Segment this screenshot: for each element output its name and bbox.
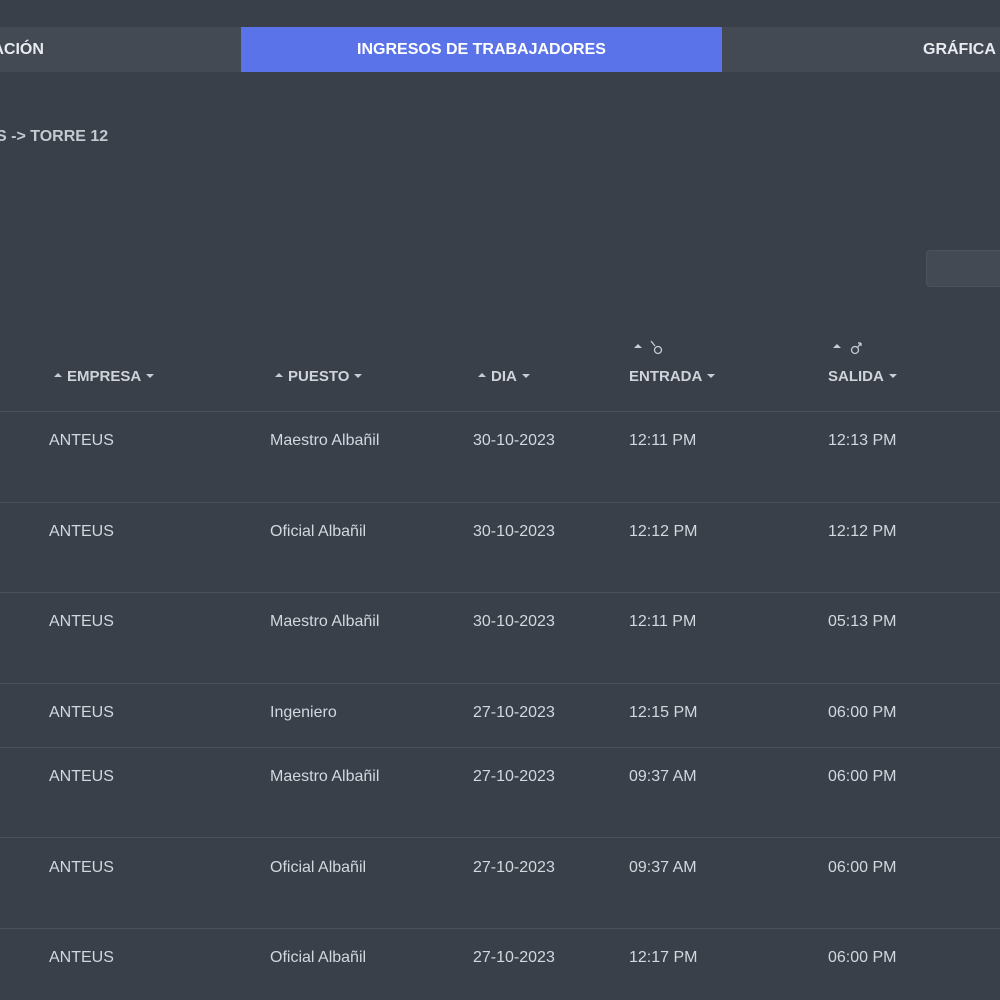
tab-ingresos-de-trabajadores[interactable]: INGRESOS DE TRABAJADORES	[241, 27, 722, 72]
column-header-puesto[interactable]: PUESTO	[275, 368, 363, 385]
search-input[interactable]	[926, 250, 1000, 287]
cell-puesto: Oficial Albañil	[270, 523, 367, 540]
cell-empresa: ANTEUS	[49, 613, 114, 630]
row-divider	[0, 747, 1000, 748]
cell-salida: 05:13 PM	[828, 613, 897, 630]
tab-informacion[interactable]: MACIÓN	[0, 27, 240, 72]
cell-entrada: 12:11 PM	[629, 432, 697, 449]
cell-puesto: Oficial Albañil	[270, 859, 367, 876]
sort-desc-icon[interactable]	[888, 374, 897, 379]
cell-empresa: ANTEUS	[49, 859, 114, 876]
column-header-dia[interactable]: DIA	[478, 368, 530, 385]
cell-puesto: Maestro Albañil	[270, 768, 380, 785]
cell-entrada: 12:11 PM	[629, 613, 697, 630]
cell-empresa: ANTEUS	[49, 949, 114, 966]
cell-dia: 27-10-2023	[473, 768, 555, 785]
cell-salida: 06:00 PM	[828, 949, 897, 966]
column-header-label: DIA	[491, 368, 517, 385]
cell-dia: 27-10-2023	[473, 704, 555, 721]
cell-dia: 30-10-2023	[473, 432, 555, 449]
cell-salida: 06:00 PM	[828, 704, 897, 721]
female-symbol-icon	[650, 340, 663, 354]
cell-empresa: ANTEUS	[49, 768, 114, 785]
row-divider	[0, 502, 1000, 503]
sort-asc-icon[interactable]	[54, 373, 62, 378]
cell-entrada: 09:37 AM	[629, 768, 697, 785]
cell-entrada: 12:17 PM	[629, 949, 698, 966]
column-header-label: EMPRESA	[67, 368, 142, 385]
column-header-label: ENTRADA	[629, 368, 703, 385]
sort-desc-icon[interactable]	[146, 374, 155, 379]
sort-asc-icon[interactable]	[478, 373, 486, 378]
sort-asc-icon[interactable]	[275, 373, 283, 378]
row-divider	[0, 411, 1000, 412]
column-header-label: PUESTO	[288, 368, 350, 385]
cell-dia: 27-10-2023	[473, 859, 555, 876]
cell-salida: 06:00 PM	[828, 859, 897, 876]
cell-empresa: ANTEUS	[49, 432, 114, 449]
cell-empresa: ANTEUS	[49, 523, 114, 540]
row-divider	[0, 592, 1000, 593]
tab-label: MACIÓN	[0, 41, 44, 58]
column-header-label: SALIDA	[828, 368, 884, 385]
cell-puesto: Oficial Albañil	[270, 949, 367, 966]
cell-entrada: 12:15 PM	[629, 704, 698, 721]
row-divider	[0, 683, 1000, 684]
cell-dia: 30-10-2023	[473, 523, 555, 540]
cell-entrada: 12:12 PM	[629, 523, 698, 540]
cell-dia: 30-10-2023	[473, 613, 555, 630]
male-symbol-icon	[851, 342, 863, 354]
column-header-salida[interactable]: SALIDA	[828, 368, 897, 385]
column-header-empresa[interactable]: EMPRESA	[54, 368, 155, 385]
sort-desc-icon[interactable]	[707, 374, 716, 379]
cell-puesto: Maestro Albañil	[270, 613, 380, 630]
salida-sort-icon-row[interactable]	[833, 339, 863, 357]
tab-bar: MACIÓN INGRESOS DE TRABAJADORES GRÁFICA	[0, 27, 1000, 72]
cell-entrada: 09:37 AM	[629, 859, 697, 876]
cell-puesto: Maestro Albañil	[270, 432, 380, 449]
sort-asc-icon[interactable]	[833, 343, 841, 348]
cell-salida: 06:00 PM	[828, 768, 897, 785]
cell-salida: 12:13 PM	[828, 432, 897, 449]
entrada-sort-icon-row[interactable]	[634, 339, 664, 357]
column-header-entrada[interactable]: ENTRADA	[629, 368, 716, 385]
top-strip	[0, 0, 1000, 27]
sort-desc-icon[interactable]	[354, 374, 363, 379]
page: MACIÓN INGRESOS DE TRABAJADORES GRÁFICA …	[0, 0, 1000, 1000]
sort-asc-icon[interactable]	[634, 343, 642, 348]
breadcrumb: S -> TORRE 12	[0, 128, 109, 145]
cell-salida: 12:12 PM	[828, 523, 897, 540]
cell-puesto: Ingeniero	[270, 704, 337, 721]
sort-desc-icon[interactable]	[521, 374, 530, 379]
row-divider	[0, 837, 1000, 838]
tab-label: INGRESOS DE TRABAJADORES	[357, 41, 606, 58]
tab-label: GRÁFICA	[923, 41, 996, 58]
tab-grafica[interactable]: GRÁFICA	[722, 27, 1000, 72]
row-divider	[0, 928, 1000, 929]
cell-dia: 27-10-2023	[473, 949, 555, 966]
cell-empresa: ANTEUS	[49, 704, 114, 721]
